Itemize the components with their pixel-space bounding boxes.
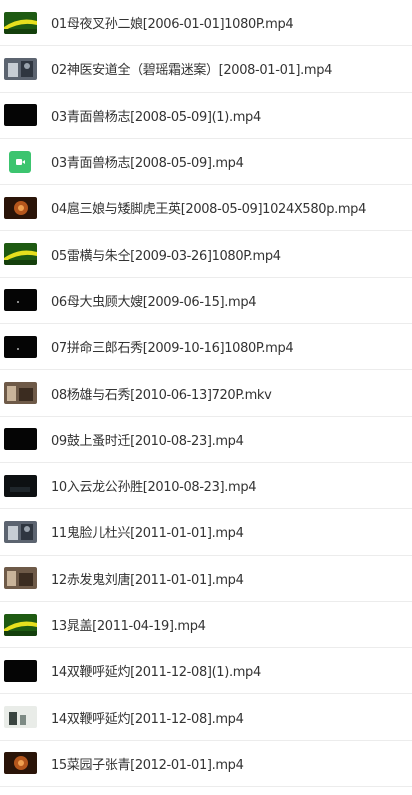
file-name: 10入云龙公孙胜[2010-08-23].mp4 <box>51 480 257 496</box>
video-thumbnail <box>4 335 37 358</box>
file-row[interactable]: 05雷横与朱仝[2009-03-26]1080P.mp4 <box>0 231 412 278</box>
file-row[interactable]: 09鼓上蚤时迁[2010-08-23].mp4 <box>0 416 412 463</box>
video-thumbnail <box>4 520 37 543</box>
video-thumbnail <box>4 196 37 219</box>
file-row[interactable]: 10入云龙公孙胜[2010-08-23].mp4 <box>0 462 412 510</box>
video-thumbnail <box>4 243 37 266</box>
video-thumbnail <box>4 659 37 682</box>
file-row[interactable]: 14双鞭呼延灼[2011-12-08](1).mp4 <box>0 648 412 695</box>
file-row[interactable]: 15菜园子张青[2012-01-01].mp4 <box>0 740 412 788</box>
video-thumbnail <box>4 289 37 312</box>
video-thumbnail <box>4 428 37 451</box>
video-thumbnail <box>4 382 37 405</box>
file-row[interactable]: 07拼命三郎石秀[2009-10-16]1080P.mp4 <box>0 324 412 371</box>
file-row[interactable]: 12赤发鬼刘唐[2011-01-01].mp4 <box>0 555 412 602</box>
file-row[interactable]: 13晁盖[2011-04-19].mp4 <box>0 601 412 649</box>
file-name: 05雷横与朱仝[2009-03-26]1080P.mp4 <box>51 248 281 264</box>
file-row[interactable]: 03青面兽杨志[2008-05-09].mp4 <box>0 138 412 186</box>
video-thumbnail <box>4 706 37 729</box>
file-name: 13晁盖[2011-04-19].mp4 <box>51 619 206 634</box>
file-name: 04扈三娘与矮脚虎王英[2008-05-09]1024X580p.mp4 <box>51 202 367 218</box>
file-name: 11鬼脸儿杜兴[2011-01-01].mp4 <box>51 526 244 542</box>
video-thumbnail <box>4 567 37 590</box>
file-name: 12赤发鬼刘唐[2011-01-01].mp4 <box>51 572 244 588</box>
file-name: 14双鞭呼延灼[2011-12-08](1).mp4 <box>51 665 261 681</box>
file-list: 01母夜叉孙二娘[2006-01-01]1080P.mp4 02神医安道全（碧瑶… <box>0 0 412 795</box>
file-name: 06母大虫顾大嫂[2009-06-15].mp4 <box>51 294 257 310</box>
file-row[interactable]: 02神医安道全（碧瑶霜迷案）[2008-01-01].mp4 <box>0 46 412 93</box>
video-file-icon <box>4 150 37 173</box>
video-thumbnail <box>4 11 37 34</box>
file-name: 07拼命三郎石秀[2009-10-16]1080P.mp4 <box>51 341 294 357</box>
video-thumbnail <box>4 104 37 127</box>
file-name: 15菜园子张青[2012-01-01].mp4 <box>51 757 244 773</box>
file-row[interactable]: 04扈三娘与矮脚虎王英[2008-05-09]1024X580p.mp4 <box>0 185 412 232</box>
file-row[interactable]: 08杨雄与石秀[2010-06-13]720P.mkv <box>0 370 412 417</box>
video-thumbnail <box>4 752 37 775</box>
file-name: 14双鞭呼延灼[2011-12-08].mp4 <box>51 711 244 727</box>
file-name: 09鼓上蚤时迁[2010-08-23].mp4 <box>51 433 244 449</box>
file-row[interactable]: 14双鞭呼延灼[2011-12-08].mp4 <box>0 694 412 741</box>
file-name: 08杨雄与石秀[2010-06-13]720P.mkv <box>51 387 272 403</box>
file-name: 02神医安道全（碧瑶霜迷案）[2008-01-01].mp4 <box>51 63 333 79</box>
video-thumbnail <box>4 613 37 636</box>
file-name: 03青面兽杨志[2008-05-09].mp4 <box>51 156 244 172</box>
file-row[interactable]: 01母夜叉孙二娘[2006-01-01]1080P.mp4 <box>0 0 412 47</box>
file-name: 01母夜叉孙二娘[2006-01-01]1080P.mp4 <box>51 17 294 33</box>
file-name: 03青面兽杨志[2008-05-09](1).mp4 <box>51 109 261 125</box>
video-thumbnail <box>4 57 37 80</box>
file-row[interactable]: 03青面兽杨志[2008-05-09](1).mp4 <box>0 92 412 139</box>
video-thumbnail <box>4 474 37 497</box>
file-row[interactable]: 06母大虫顾大嫂[2009-06-15].mp4 <box>0 277 412 325</box>
file-row[interactable]: 11鬼脸儿杜兴[2011-01-01].mp4 <box>0 509 412 556</box>
